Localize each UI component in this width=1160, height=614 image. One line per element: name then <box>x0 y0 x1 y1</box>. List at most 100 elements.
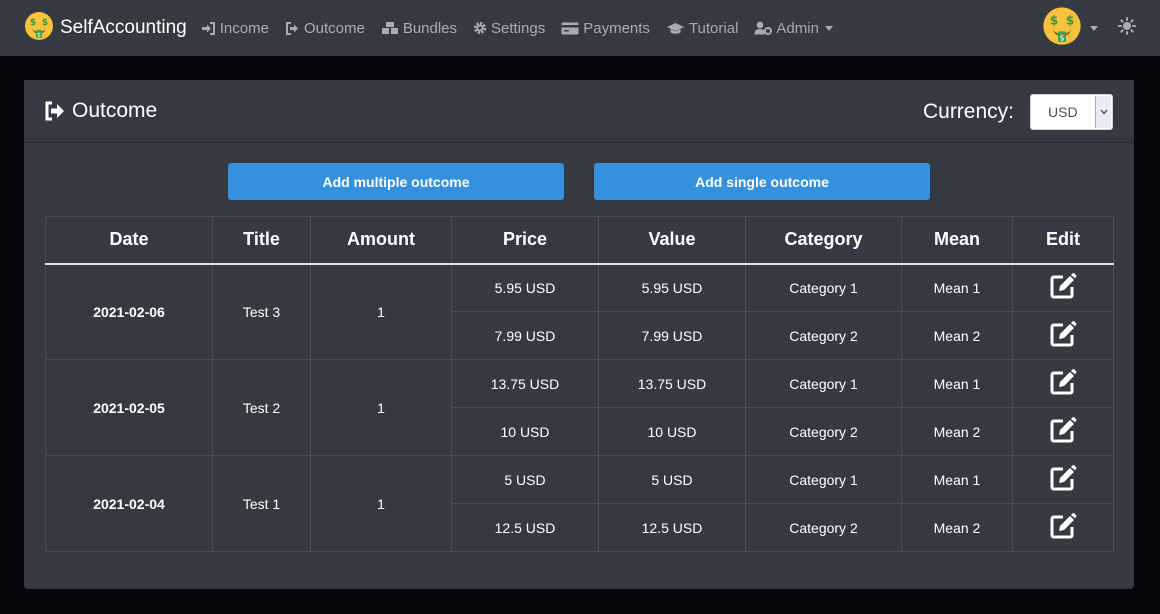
nav-link-income[interactable]: Income <box>201 20 269 37</box>
nav-link-label: Outcome <box>303 19 365 37</box>
title-cell: Test 1 <box>212 455 311 552</box>
column-header-date[interactable]: Date <box>45 216 213 265</box>
add-multiple-outcome-button[interactable]: Add multiple outcome <box>228 163 564 200</box>
sign-out-icon <box>45 101 64 121</box>
edit-icon[interactable] <box>1050 369 1077 398</box>
column-header-title[interactable]: Title <box>212 216 311 265</box>
nav-link-settings[interactable]: Settings <box>473 20 545 37</box>
edit-icon[interactable] <box>1050 465 1077 494</box>
category-cell: Category 1 <box>745 359 902 408</box>
value-cell: 5 USD <box>598 455 746 504</box>
svg-text:$: $ <box>37 32 41 39</box>
value-cell: 5.95 USD <box>598 263 746 312</box>
action-buttons: Add multiple outcome Add single outcome <box>228 163 930 200</box>
nav-link-tutorial[interactable]: Tutorial <box>666 20 738 37</box>
edit-cell <box>1012 311 1114 360</box>
column-header-category[interactable]: Category <box>745 216 902 265</box>
date-cell: 2021-02-04 <box>45 455 213 552</box>
edit-cell <box>1012 503 1114 552</box>
currency-select[interactable]: USD <box>1030 94 1113 130</box>
user-avatar-dropdown[interactable]: $ $ $ <box>1042 6 1098 51</box>
table-row: 2021-02-05 Test 2 1 13.75 USD 13.75 USD Categ… <box>45 359 1114 456</box>
price-cell: 12.5 USD <box>451 503 599 552</box>
edit-cell <box>1012 359 1114 408</box>
nav-link-label: Payments <box>583 19 650 37</box>
brand-name: SelfAccounting <box>60 17 187 38</box>
category-cell: Category 1 <box>745 455 902 504</box>
mean-cell: Mean 2 <box>901 503 1013 552</box>
graduation-cap-icon <box>666 22 684 34</box>
edit-icon[interactable] <box>1050 417 1077 446</box>
value-cell: 7.99 USD <box>598 311 746 360</box>
edit-cell <box>1012 455 1114 504</box>
mean-cell: Mean 2 <box>901 311 1013 360</box>
date-cell: 2021-02-06 <box>45 263 213 360</box>
category-cell: Category 2 <box>745 503 902 552</box>
title-cell: Test 3 <box>212 263 311 360</box>
money-mouth-face-icon: $ $ $ <box>24 11 54 46</box>
svg-text:$: $ <box>1050 13 1058 27</box>
column-header-mean[interactable]: Mean <box>901 216 1013 265</box>
outcome-card: Outcome Currency: USD Add multiple outco… <box>24 80 1134 589</box>
nav-link-admin[interactable]: Admin <box>754 20 833 37</box>
edit-cell <box>1012 407 1114 456</box>
nav-right: $ $ $ <box>1042 0 1136 56</box>
svg-text:$: $ <box>30 18 36 28</box>
sign-in-icon <box>201 21 215 35</box>
table-row: 2021-02-06 Test 3 1 5.95 USD 5.95 USD Categor… <box>45 263 1114 360</box>
value-cell: 12.5 USD <box>598 503 746 552</box>
mean-cell: Mean 1 <box>901 359 1013 408</box>
price-cell: 7.99 USD <box>451 311 599 360</box>
nav-links: Income Outcome Bundles Settings Payments… <box>201 20 849 37</box>
svg-text:$: $ <box>1059 33 1064 42</box>
nav-link-bundles[interactable]: Bundles <box>381 20 457 37</box>
theme-toggle-sun-icon[interactable] <box>1118 16 1136 40</box>
edit-icon[interactable] <box>1050 273 1077 302</box>
nav-link-label: Bundles <box>402 19 458 37</box>
table-header-row: Date Title Amount Price Value Category M… <box>45 216 1114 265</box>
mean-cell: Mean 1 <box>901 263 1013 312</box>
nav-link-label: Income <box>219 19 269 37</box>
nav-link-label: Tutorial <box>688 19 739 37</box>
edit-cell <box>1012 263 1114 312</box>
price-cell: 5.95 USD <box>451 263 599 312</box>
table-body: 2021-02-06 Test 3 1 5.95 USD 5.95 USD Categor… <box>45 263 1114 552</box>
value-cell: 10 USD <box>598 407 746 456</box>
page-title-text: Outcome <box>72 99 158 122</box>
column-header-amount[interactable]: Amount <box>310 216 452 265</box>
page-title: Outcome <box>44 99 157 123</box>
title-cell: Test 2 <box>212 359 311 456</box>
amount-cell: 1 <box>310 455 452 552</box>
gear-icon <box>474 22 487 34</box>
chevron-down-icon <box>824 25 833 31</box>
mean-cell: Mean 1 <box>901 455 1013 504</box>
column-header-value[interactable]: Value <box>598 216 746 265</box>
sign-out-icon <box>285 21 298 35</box>
brand[interactable]: $ $ $ SelfAccounting <box>24 11 187 46</box>
nav-link-label: Admin <box>776 19 819 37</box>
category-cell: Category 1 <box>745 263 902 312</box>
nav-link-payments[interactable]: Payments <box>561 20 650 37</box>
currency-selector: Currency: USD <box>923 94 1113 130</box>
edit-icon[interactable] <box>1050 321 1077 350</box>
category-cell: Category 2 <box>745 311 902 360</box>
price-cell: 10 USD <box>451 407 599 456</box>
navbar: $ $ $ SelfAccounting Income Outcome Bund… <box>0 0 1160 56</box>
outcome-table: Date Title Amount Price Value Category M… <box>45 216 1114 552</box>
user-cog-icon <box>754 21 773 35</box>
column-header-edit: Edit <box>1012 216 1114 265</box>
avatar: $ $ $ <box>1042 6 1082 51</box>
edit-icon[interactable] <box>1050 513 1077 542</box>
credit-card-icon <box>561 22 579 34</box>
value-cell: 13.75 USD <box>598 359 746 408</box>
add-single-outcome-button[interactable]: Add single outcome <box>594 163 930 200</box>
table-row: 2021-02-04 Test 115 USD 5 USD Category 1 Mea… <box>45 455 1114 552</box>
boxes-icon <box>381 21 398 34</box>
date-cell: 2021-02-05 <box>45 359 213 456</box>
price-cell: 5 USD <box>451 455 599 504</box>
price-cell: 13.75 USD <box>451 359 599 408</box>
currency-label: Currency: <box>922 100 1014 123</box>
card-header: Outcome Currency: USD <box>24 80 1134 143</box>
column-header-price[interactable]: Price <box>451 216 599 265</box>
nav-link-outcome[interactable]: Outcome <box>285 20 365 37</box>
